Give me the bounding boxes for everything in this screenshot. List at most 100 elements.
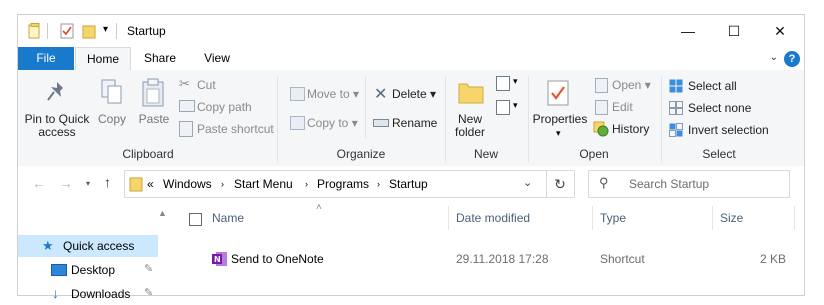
close-button[interactable]: ✕ xyxy=(757,15,803,47)
paste-shortcut-button[interactable]: Paste shortcut xyxy=(197,122,274,136)
file-name: Send to OneNote xyxy=(231,252,324,266)
ribbon-expand-icon[interactable]: ⌄ xyxy=(770,52,778,63)
back-arrow-icon[interactable]: ← xyxy=(32,175,46,191)
new-folder-large-icon xyxy=(458,80,484,107)
copy-button[interactable]: Copy xyxy=(98,113,126,126)
column-header-type[interactable]: Type xyxy=(600,211,626,225)
maximize-button[interactable]: ☐ xyxy=(711,15,757,47)
copy-to-button[interactable]: Copy to ▾ xyxy=(307,116,358,130)
edit-icon xyxy=(595,100,608,115)
recent-locations-chevron-icon[interactable]: ▾ xyxy=(86,179,90,188)
easy-access-icon[interactable] xyxy=(496,100,510,115)
breadcrumb-programs[interactable]: Programs xyxy=(317,177,369,191)
select-all-button[interactable]: Select all xyxy=(688,79,737,93)
column-separator[interactable] xyxy=(448,206,449,230)
pin-to-quick-access-button[interactable]: Pin to Quick access xyxy=(20,113,94,139)
cut-icon: ✂ xyxy=(179,76,190,91)
up-arrow-icon[interactable]: ↑ xyxy=(104,174,111,190)
table-row[interactable]: N Send to OneNote 29.11.2018 17:28 Short… xyxy=(176,248,796,270)
invert-selection-icon xyxy=(669,123,683,140)
refresh-icon[interactable]: ↻ xyxy=(546,170,575,198)
sort-ascending-icon: ˄ xyxy=(316,202,322,213)
svg-text:N: N xyxy=(214,255,221,264)
column-header-date[interactable]: Date modified xyxy=(456,211,530,225)
select-none-button[interactable]: Select none xyxy=(688,101,751,115)
nav-item-quick-access[interactable]: ★ Quick access xyxy=(18,235,158,257)
ribbon-home: Pin to Quick access Copy Paste ✂ Cut Cop… xyxy=(18,70,804,167)
help-icon[interactable]: ? xyxy=(784,51,800,67)
explorer-window: ▾ Startup — ☐ ✕ File Home Share View ⌄ ?… xyxy=(18,15,804,301)
new-item-chevron-icon[interactable]: ▾ xyxy=(513,76,518,87)
breadcrumb-overflow[interactable]: « xyxy=(147,177,154,191)
breadcrumb-start-menu[interactable]: Start Menu xyxy=(234,177,293,191)
properties-chevron-icon[interactable]: ▾ xyxy=(556,128,561,139)
properties-check-icon[interactable] xyxy=(60,23,74,39)
column-separator[interactable] xyxy=(794,206,795,230)
history-button[interactable]: History xyxy=(612,122,649,136)
file-type: Shortcut xyxy=(600,252,645,266)
minimize-button[interactable]: — xyxy=(665,15,711,47)
folder-icon[interactable] xyxy=(28,23,42,39)
column-header-size[interactable]: Size xyxy=(720,211,743,225)
nav-item-label: Quick access xyxy=(63,239,135,253)
organize-inner-separator xyxy=(365,76,366,138)
cut-button[interactable]: Cut xyxy=(197,78,216,92)
invert-selection-button[interactable]: Invert selection xyxy=(688,123,769,137)
rename-icon xyxy=(373,119,389,127)
delete-icon: ✕ xyxy=(374,86,388,103)
delete-button[interactable]: Delete ▾ xyxy=(392,87,436,101)
easy-access-chevron-icon[interactable]: ▾ xyxy=(513,100,518,111)
new-folder-label-line-2: folder xyxy=(454,125,486,139)
nav-item-downloads[interactable]: ↓ Downloads ✎ xyxy=(18,283,158,305)
file-size: 2 KB xyxy=(759,252,786,266)
new-item-icon[interactable] xyxy=(496,76,510,91)
new-folder-button[interactable]: New folder xyxy=(450,113,490,139)
folder-icon xyxy=(129,176,143,195)
properties-icon xyxy=(547,80,569,109)
column-header-name[interactable]: Name xyxy=(212,211,244,225)
select-group-label: Select xyxy=(702,147,736,161)
move-to-icon xyxy=(290,87,305,101)
customize-chevron-icon[interactable]: ▾ xyxy=(103,24,108,35)
breadcrumb-separator-icon[interactable]: › xyxy=(221,179,224,189)
open-button[interactable]: Open ▾ xyxy=(612,78,651,92)
qat-divider xyxy=(47,23,48,39)
paste-button[interactable]: Paste xyxy=(138,113,170,126)
nav-item-label: Downloads xyxy=(71,287,131,301)
select-all-checkbox[interactable] xyxy=(189,213,202,226)
breadcrumb-separator-icon[interactable]: › xyxy=(377,179,380,189)
address-bar-row: ← → ▾ ↑ « Windows › Start Menu › Program… xyxy=(18,166,804,202)
copy-path-button[interactable]: Copy path xyxy=(197,100,252,114)
move-to-button[interactable]: Move to ▾ xyxy=(307,87,359,101)
paste-icon xyxy=(141,78,165,111)
edit-button[interactable]: Edit xyxy=(612,100,633,114)
copy-to-label: Copy to xyxy=(307,116,349,130)
file-date: 29.11.2018 17:28 xyxy=(456,252,549,266)
search-input[interactable]: ⚲ Search Startup xyxy=(588,170,790,198)
new-folder-icon[interactable] xyxy=(82,23,96,39)
pinned-icon: ✎ xyxy=(144,263,154,275)
tab-share[interactable]: Share xyxy=(132,47,188,70)
address-bar[interactable]: « Windows › Start Menu › Programs › Star… xyxy=(124,170,547,198)
group-separator xyxy=(445,76,446,162)
nav-item-desktop[interactable]: Desktop ✎ xyxy=(18,259,158,281)
column-separator[interactable] xyxy=(712,206,713,230)
delete-label: Delete xyxy=(392,87,427,101)
copy-to-icon xyxy=(290,116,305,130)
forward-arrow-icon[interactable]: → xyxy=(59,175,73,191)
desktop-icon xyxy=(51,264,67,276)
tab-home[interactable]: Home xyxy=(75,47,131,72)
column-separator[interactable] xyxy=(592,206,593,230)
breadcrumb-separator-icon[interactable]: › xyxy=(305,179,308,189)
star-icon: ★ xyxy=(42,238,54,253)
address-dropdown-icon[interactable]: ⌄ xyxy=(523,176,532,189)
tab-file[interactable]: File xyxy=(18,47,74,70)
properties-button[interactable]: Properties xyxy=(530,113,590,126)
ribbon-tabs: File Home Share View ⌄ ? xyxy=(18,47,804,72)
pin-icon xyxy=(46,80,68,109)
breadcrumb-startup[interactable]: Startup xyxy=(389,177,428,191)
tab-view[interactable]: View xyxy=(190,47,244,70)
breadcrumb-windows[interactable]: Windows xyxy=(163,177,212,191)
rename-button[interactable]: Rename xyxy=(392,116,437,130)
nav-scroll-up-icon[interactable]: ▲ xyxy=(158,208,167,218)
